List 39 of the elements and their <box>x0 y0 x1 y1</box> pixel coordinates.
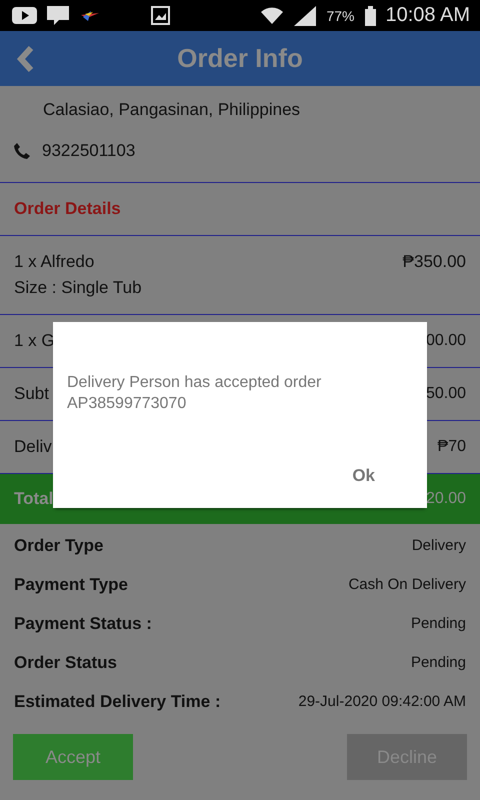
ok-button[interactable]: Ok <box>342 462 413 490</box>
phone-icon <box>14 143 30 159</box>
back-button[interactable] <box>16 46 36 72</box>
item-option: Size : Single Tub <box>14 278 466 298</box>
phone-number: 9322501103 <box>42 141 136 161</box>
chat-bubble-icon <box>47 6 69 26</box>
address-text: Calasiao, Pangasinan, Philippines <box>42 99 302 120</box>
item-price: ₱350.00 <box>402 252 466 272</box>
info-value: Pending <box>410 615 466 632</box>
item-name: 1 x Alfredo <box>14 252 94 272</box>
wifi-icon <box>260 4 284 26</box>
page-title: Order Info <box>177 43 303 73</box>
item-name: 1 x G <box>14 331 55 351</box>
info-label: Payment Status : <box>14 614 152 634</box>
battery-icon <box>364 6 376 26</box>
video-play-icon <box>12 7 37 24</box>
fee-value: ₱70 <box>438 438 466 456</box>
info-value: Cash On Delivery <box>348 576 466 593</box>
total-value: 20.00 <box>426 490 466 508</box>
back-icon <box>16 46 36 72</box>
section-heading: Order Details <box>14 199 121 219</box>
info-label: Estimated Delivery Time : <box>14 692 221 712</box>
battery-percent: 77% <box>326 8 354 24</box>
info-label: Order Status <box>14 652 117 672</box>
info-value: Delivery <box>412 537 466 554</box>
accept-button[interactable]: Accept <box>13 734 133 780</box>
image-icon <box>151 6 170 25</box>
item-price: 00.00 <box>426 332 466 350</box>
dialog-message: Delivery Person has accepted order AP38599773070 <box>67 373 322 414</box>
info-value: Pending <box>410 654 466 671</box>
signal-icon <box>294 6 316 26</box>
subtotal-label: Subt <box>14 384 49 404</box>
subtotal-value: 50.00 <box>426 385 466 403</box>
clock: 10:08 AM <box>386 4 470 27</box>
info-value: 29-Jul-2020 09:42:00 AM <box>298 693 466 710</box>
info-label: Payment Type <box>14 574 128 594</box>
fee-label: Deliv <box>14 437 52 457</box>
info-label: Order Type <box>14 536 104 556</box>
total-label: Total <box>14 489 54 509</box>
